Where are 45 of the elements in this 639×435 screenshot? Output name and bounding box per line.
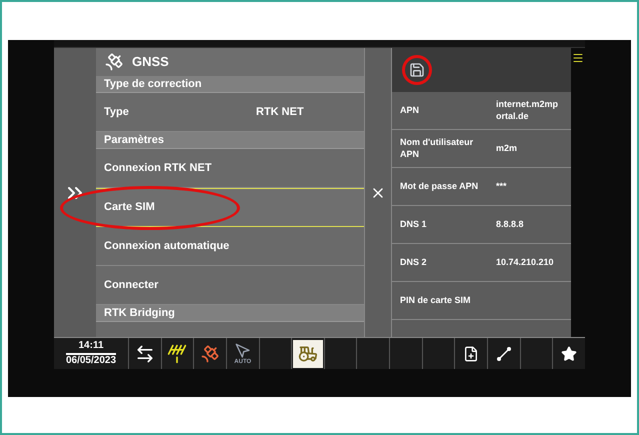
tractor-icon <box>298 344 318 364</box>
detail-value: 10.74.210.210 <box>496 256 555 268</box>
satellite-icon <box>104 52 124 72</box>
taskbar-button[interactable] <box>454 338 488 369</box>
detail-label: PIN de carte SIM <box>400 294 472 306</box>
taskbar-button[interactable] <box>160 338 194 369</box>
detail-row[interactable]: DNS 1 8.8.8.8 <box>392 206 571 244</box>
detail-value: m2m <box>496 142 518 154</box>
detail-label: APN <box>400 104 420 116</box>
detail-row[interactable]: PIN de carte SIM <box>392 282 571 320</box>
satellite-icon <box>200 344 220 364</box>
menu-icon[interactable] <box>572 52 584 64</box>
section-header: RTK Bridging <box>96 305 364 322</box>
section-header: Type de correction <box>96 76 364 93</box>
detail-value: *** <box>496 180 508 192</box>
swap-arrows-icon <box>134 344 155 364</box>
detail-label: DNS 1 <box>400 218 428 230</box>
file-add-icon <box>463 346 480 362</box>
taskbar-button[interactable] <box>128 338 161 369</box>
panel-title: GNSS <box>132 53 169 72</box>
detail-label: Mot de passe APN <box>400 180 480 192</box>
star-icon <box>561 346 578 362</box>
settings-row[interactable]: Carte SIM <box>96 188 364 227</box>
detail-row[interactable]: Mot de passe APN *** <box>392 168 571 206</box>
save-icon <box>409 62 425 78</box>
row-label: Carte SIM <box>104 200 156 216</box>
taskbar-button[interactable] <box>552 338 585 369</box>
detail-label: DNS 2 <box>400 256 428 268</box>
antenna-icon <box>167 344 188 364</box>
detail-row[interactable]: DNS 2 10.74.210.210 <box>392 244 571 282</box>
detail-label: Nom d'utilisateur APN <box>400 137 474 160</box>
detail-row[interactable]: APN internet.m2mportal.de <box>392 92 571 130</box>
date-text: 06/05/2023 <box>66 354 116 367</box>
save-button[interactable] <box>402 55 432 85</box>
section-header: Paramètres <box>96 132 364 149</box>
taskbar-button[interactable] <box>487 338 520 369</box>
row-label: Connexion RTK NET <box>104 160 213 176</box>
row-label: Connecter <box>104 278 160 293</box>
detail-value: internet.m2mportal.de <box>496 99 560 122</box>
detail-value: 8.8.8.8 <box>496 218 525 230</box>
row-label: Type <box>104 104 130 120</box>
time-text: 14:11 <box>66 340 116 354</box>
row-value: RTK NET <box>256 104 305 120</box>
row-label: Connexion automatique <box>104 238 230 254</box>
detail-row[interactable]: Nom d'utilisateur APN m2m <box>392 130 571 168</box>
